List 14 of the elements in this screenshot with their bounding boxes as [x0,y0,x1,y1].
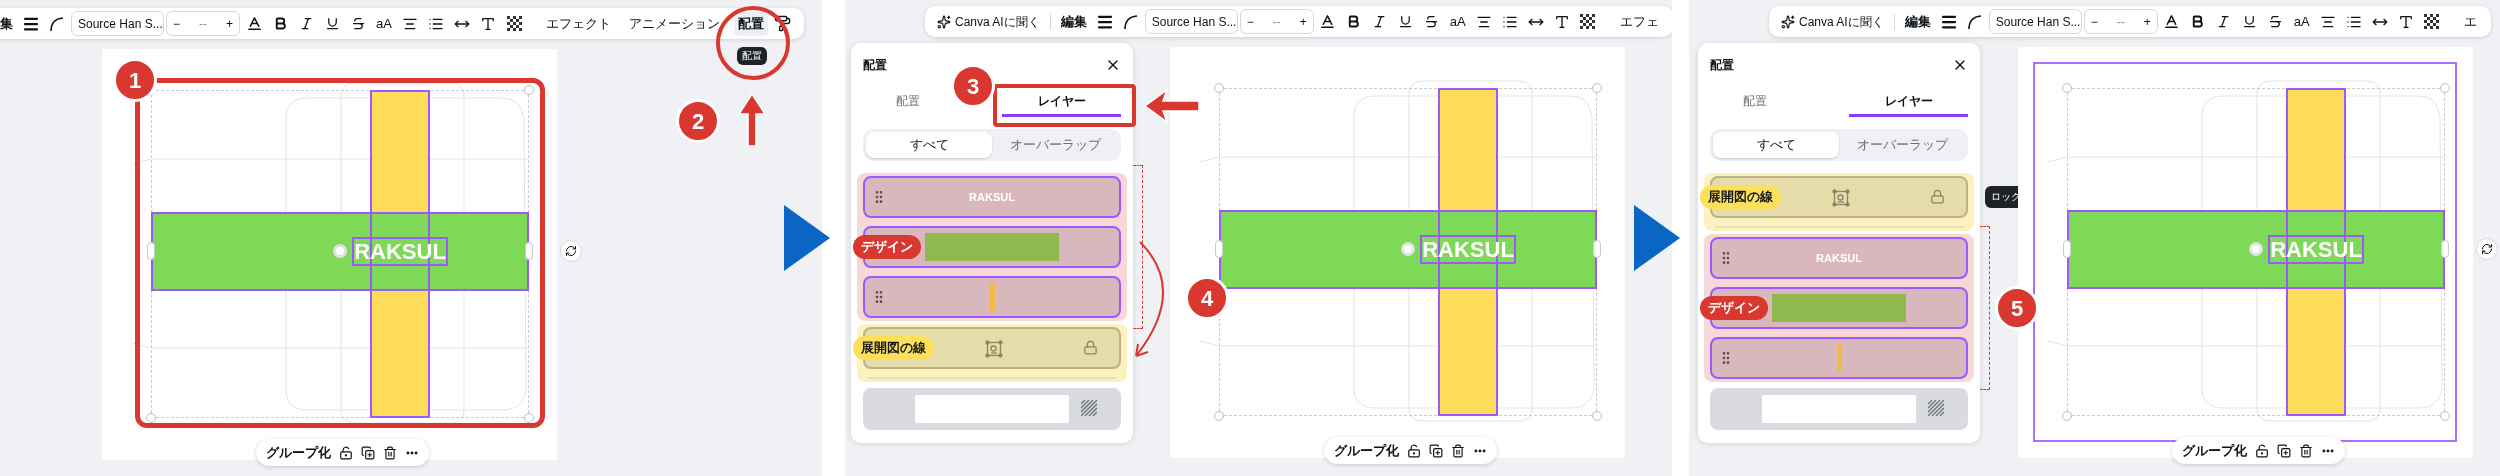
font-size-value: -- [199,15,207,33]
layer-group-tooltip: デザイン [853,235,921,259]
step-number-badge: 2 [676,99,720,143]
layer-group-tooltip: 展開図の線 [1700,185,1781,209]
layer-preview-text: RAKSUL [1815,251,1863,266]
font-size-value: -- [2116,13,2125,31]
layer-preview-text: RAKSUL [968,190,1016,205]
panel-title: 配置 [863,57,887,74]
step-number-badge: 5 [1995,286,2039,330]
layer-group-tooltip: 展開図の線 [853,336,934,360]
panel-title: 配置 [1710,57,1734,74]
font-size-value: -- [1272,13,1281,31]
tooltip: 配置 [737,47,767,65]
layer-group-tooltip: デザイン [1700,296,1768,320]
